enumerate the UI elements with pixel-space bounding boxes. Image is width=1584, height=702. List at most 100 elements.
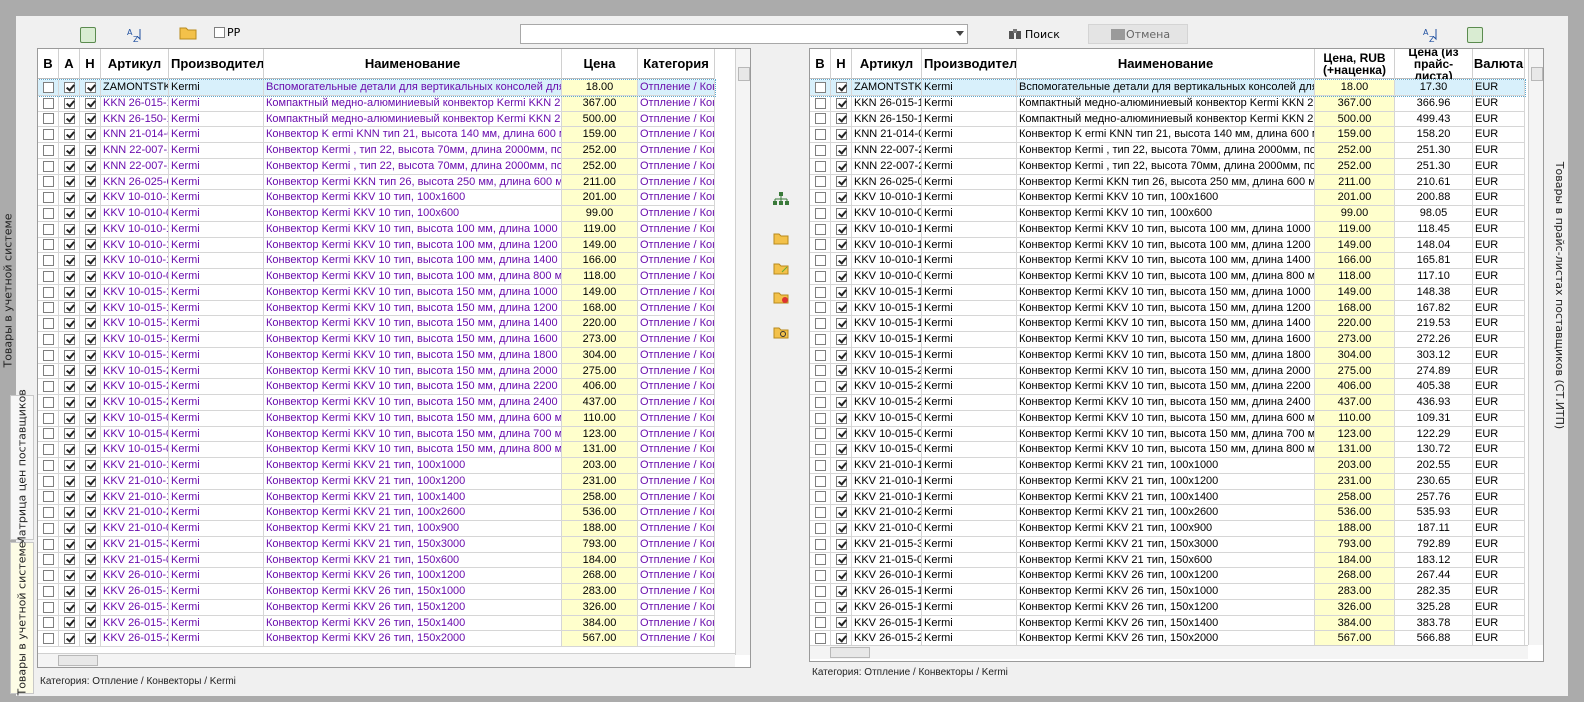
table-row[interactable]: KNN 21-014-0 Kermi Конвектор K ermi KNN ти… bbox=[810, 127, 1525, 143]
table-row[interactable]: KKV 21-015-3 Kermi Конвектор Kermi KKV 21 … bbox=[810, 536, 1525, 553]
row-checkbox[interactable] bbox=[84, 381, 96, 393]
row-checkbox[interactable] bbox=[835, 192, 847, 204]
table-row[interactable]: KKV 21-010-2 Kermi Конвектор Kermi KKV 21 … bbox=[38, 505, 715, 521]
checkbox-cell[interactable] bbox=[38, 95, 59, 111]
scroll-thumb[interactable] bbox=[58, 655, 98, 666]
right-vertical-scrollbar[interactable] bbox=[1528, 49, 1543, 645]
checkbox-cell[interactable] bbox=[59, 631, 80, 646]
checkbox-cell[interactable] bbox=[831, 521, 852, 536]
row-checkbox[interactable] bbox=[835, 302, 847, 314]
row-checkbox[interactable] bbox=[63, 113, 75, 125]
row-checkbox[interactable] bbox=[42, 239, 54, 251]
checkbox-cell[interactable] bbox=[810, 127, 831, 142]
row-checkbox[interactable] bbox=[814, 81, 826, 93]
checkbox-cell[interactable] bbox=[810, 426, 831, 442]
table-row[interactable]: KKV 10-015-2 Kermi Конвектор Kermi KKV 10 … bbox=[810, 363, 1525, 380]
checkbox-cell[interactable] bbox=[831, 363, 852, 379]
column-header[interactable]: Наименование bbox=[1017, 49, 1315, 79]
checkbox-cell[interactable] bbox=[831, 158, 852, 174]
row-checkbox[interactable] bbox=[814, 160, 826, 172]
row-checkbox[interactable] bbox=[814, 633, 826, 645]
row-checkbox[interactable] bbox=[84, 239, 96, 251]
checkbox-cell[interactable] bbox=[810, 237, 831, 253]
checkbox-cell[interactable] bbox=[810, 395, 831, 410]
table-row[interactable]: KKV 10-010-1 Kermi Конвектор Kermi KKV 10 … bbox=[38, 253, 715, 269]
row-checkbox[interactable] bbox=[835, 507, 847, 519]
folder-search-icon[interactable] bbox=[773, 325, 789, 339]
checkbox-cell[interactable] bbox=[38, 206, 59, 221]
row-checkbox[interactable] bbox=[84, 459, 96, 471]
checkbox-cell[interactable] bbox=[810, 143, 831, 158]
checkbox-cell[interactable] bbox=[810, 80, 831, 95]
checkbox-cell[interactable] bbox=[810, 174, 831, 190]
search-combo[interactable] bbox=[520, 24, 968, 44]
checkbox-cell[interactable] bbox=[831, 599, 852, 615]
tab-price-matrix[interactable]: Матрица цен поставщиков bbox=[10, 389, 34, 546]
checkbox-cell[interactable] bbox=[810, 95, 831, 111]
checkbox-cell[interactable] bbox=[59, 599, 80, 615]
row-checkbox[interactable] bbox=[42, 412, 54, 424]
row-checkbox[interactable] bbox=[63, 491, 75, 503]
row-checkbox[interactable] bbox=[814, 459, 826, 471]
row-checkbox[interactable] bbox=[63, 522, 75, 534]
row-checkbox[interactable] bbox=[42, 538, 54, 550]
checkbox-cell[interactable] bbox=[810, 269, 831, 284]
checkbox-cell[interactable] bbox=[831, 221, 852, 237]
table-row[interactable]: KKV 21-010-1 Kermi Конвектор Kermi KKV 21 … bbox=[38, 473, 715, 490]
row-checkbox[interactable] bbox=[814, 255, 826, 267]
folder-delete-icon[interactable] bbox=[773, 290, 789, 304]
row-checkbox[interactable] bbox=[63, 396, 75, 408]
row-checkbox[interactable] bbox=[84, 318, 96, 330]
checkbox-cell[interactable] bbox=[831, 379, 852, 394]
checkbox-cell[interactable] bbox=[810, 489, 831, 505]
checkbox-cell[interactable] bbox=[59, 206, 80, 221]
checkbox-cell[interactable] bbox=[59, 174, 80, 190]
row-checkbox[interactable] bbox=[84, 270, 96, 282]
checkbox-cell[interactable] bbox=[831, 395, 852, 410]
checkbox-cell[interactable] bbox=[810, 253, 831, 268]
cancel-button[interactable]: Отмена bbox=[1088, 24, 1188, 44]
column-header[interactable]: Цена bbox=[562, 49, 638, 79]
checkbox-cell[interactable] bbox=[831, 552, 852, 568]
checkbox-cell[interactable] bbox=[38, 143, 59, 158]
row-checkbox[interactable] bbox=[814, 617, 826, 629]
column-header[interactable]: Категория bbox=[638, 49, 715, 79]
row-checkbox[interactable] bbox=[63, 255, 75, 267]
row-checkbox[interactable] bbox=[835, 444, 847, 456]
row-checkbox[interactable] bbox=[835, 601, 847, 613]
table-row[interactable]: KKV 26-015-2 Kermi Конвектор Kermi KKV 26 … bbox=[38, 631, 715, 647]
row-checkbox[interactable] bbox=[835, 113, 847, 125]
checkbox-cell[interactable] bbox=[831, 300, 852, 316]
checkbox-cell[interactable] bbox=[831, 615, 852, 631]
table-row[interactable]: KKV 21-010-1 Kermi Конвектор Kermi KKV 21 … bbox=[38, 458, 715, 474]
checkbox-cell[interactable] bbox=[810, 410, 831, 426]
scroll-thumb[interactable] bbox=[738, 67, 750, 81]
checkbox-cell[interactable] bbox=[80, 284, 101, 300]
pp-check[interactable] bbox=[214, 27, 225, 38]
table-row[interactable]: KKN 26-150-1 Kermi Компактный медно-алюмин… bbox=[38, 111, 715, 128]
row-checkbox[interactable] bbox=[84, 444, 96, 456]
checkbox-cell[interactable] bbox=[810, 221, 831, 237]
checkbox-cell[interactable] bbox=[80, 505, 101, 520]
row-checkbox[interactable] bbox=[814, 428, 826, 440]
row-checkbox[interactable] bbox=[42, 444, 54, 456]
checkbox-cell[interactable] bbox=[810, 284, 831, 300]
checkbox-cell[interactable] bbox=[59, 489, 80, 505]
table-row[interactable]: KKV 10-015-1 Kermi Конвектор Kermi KKV 10 … bbox=[810, 347, 1525, 364]
row-checkbox[interactable] bbox=[63, 633, 75, 645]
checkbox-cell[interactable] bbox=[810, 363, 831, 379]
row-checkbox[interactable] bbox=[835, 286, 847, 298]
table-row[interactable]: KKV 10-010-1 Kermi Конвектор Kermi KKV 10 … bbox=[810, 253, 1525, 269]
column-header[interactable]: В bbox=[38, 49, 59, 79]
checkbox-cell[interactable] bbox=[80, 442, 101, 457]
row-checkbox[interactable] bbox=[814, 176, 826, 188]
row-checkbox[interactable] bbox=[84, 617, 96, 629]
checkbox-cell[interactable] bbox=[59, 269, 80, 284]
folder-lock-icon[interactable] bbox=[773, 231, 789, 245]
table-row[interactable]: KKV 26-015-1 Kermi Конвектор Kermi KKV 26 … bbox=[810, 599, 1525, 616]
row-checkbox[interactable] bbox=[63, 160, 75, 172]
row-checkbox[interactable] bbox=[42, 192, 54, 204]
checkbox-cell[interactable] bbox=[59, 158, 80, 174]
table-row[interactable]: KKV 10-015-1 Kermi Конвектор Kermi KKV 10 … bbox=[810, 316, 1525, 332]
row-checkbox[interactable] bbox=[814, 144, 826, 156]
